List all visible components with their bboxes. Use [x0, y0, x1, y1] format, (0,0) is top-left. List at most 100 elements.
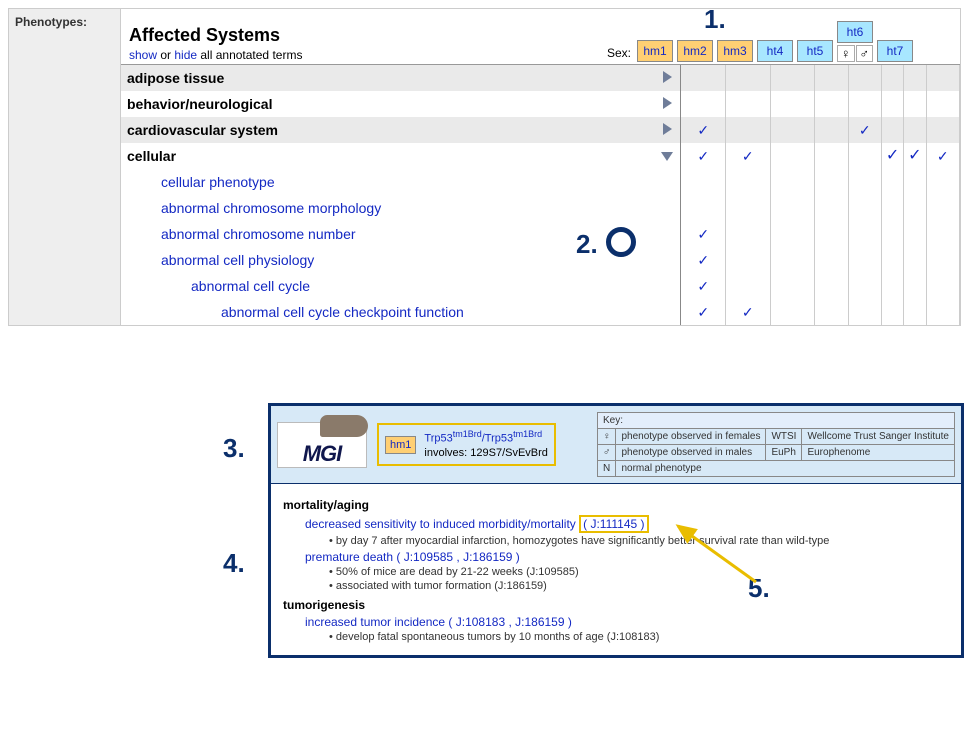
reference-link[interactable]: ( J:108183 , J:186159 ) [448, 615, 571, 629]
key-cell: ♀ [597, 429, 616, 445]
toggle-cell[interactable] [654, 65, 681, 91]
check-cell [770, 221, 815, 247]
show-link[interactable]: show [129, 48, 157, 62]
check-cell-split [881, 91, 926, 117]
genotype-header-hm3[interactable]: hm3 [717, 40, 753, 62]
phenotype-section-title: tumorigenesis [283, 598, 949, 612]
reference-link[interactable]: ( J:111145 ) [579, 515, 648, 533]
check-cell [815, 273, 848, 299]
genotype-header-hm1[interactable]: hm1 [637, 40, 673, 62]
phenotype-note: • associated with tumor formation (J:186… [329, 580, 949, 592]
phenotype-term-link[interactable]: abnormal cell cycle [121, 273, 654, 299]
key-cell: Europhenome [802, 445, 955, 461]
check-cell [848, 247, 881, 273]
key-cell: WTSI [766, 429, 802, 445]
phenotype-term-link[interactable]: abnormal cell cycle checkpoint function [121, 299, 654, 325]
hide-link[interactable]: hide [174, 48, 197, 62]
check-cell [770, 117, 815, 143]
annotation-3: 3. [223, 433, 245, 464]
phenotypes-label: Phenotypes: [9, 9, 121, 325]
toggle-cell [654, 247, 681, 273]
phenotype-note: • by day 7 after myocardial infarction, … [329, 535, 949, 547]
phenotype-panel: Phenotypes: Affected Systems show or hid… [8, 8, 961, 326]
phenotype-term[interactable]: premature death ( J:109585 , J:186159 ) [305, 550, 949, 564]
phenotype-term-link[interactable]: cellular phenotype [121, 169, 654, 195]
phenotype-term[interactable]: increased tumor incidence ( J:108183 , J… [305, 615, 949, 629]
female-icon: ♀ [837, 45, 855, 62]
genotype-header-ht7[interactable]: ht7 [877, 40, 913, 62]
genetic-background: involves: 129S7/SvEvBrd [424, 446, 548, 460]
table-row: abnormal chromosome number ✓ [121, 221, 960, 247]
check-cell [815, 65, 848, 91]
show-hide-line: show or hide all annotated terms [129, 48, 607, 62]
check-cell [815, 91, 848, 117]
genotype-header-hm2[interactable]: hm2 [677, 40, 713, 62]
toggle-cell[interactable] [654, 91, 681, 117]
check-cell [725, 195, 770, 221]
check-cell [848, 65, 881, 91]
genotype-chip[interactable]: hm1 [385, 436, 416, 454]
check-cell [770, 273, 815, 299]
phenotype-term-link[interactable]: abnormal cell physiology [121, 247, 654, 273]
check-cell [725, 65, 770, 91]
check-cell: ✓ [926, 143, 959, 169]
check-cell: ✓ [681, 143, 726, 169]
check-cell [815, 169, 848, 195]
check-cell [848, 169, 881, 195]
check-cell [926, 117, 959, 143]
genotype-header-ht4[interactable]: ht4 [757, 40, 793, 62]
check-cell: ✓ [681, 247, 726, 273]
check-cell [815, 195, 848, 221]
genotype-header-ht5[interactable]: ht5 [797, 40, 833, 62]
table-row: abnormal chromosome morphology [121, 195, 960, 221]
check-cell [926, 169, 959, 195]
check-cell [815, 247, 848, 273]
toggle-cell[interactable] [654, 117, 681, 143]
check-cell [926, 91, 959, 117]
check-cell [815, 117, 848, 143]
male-icon: ♂ [856, 45, 874, 62]
check-cell: ✓ [725, 299, 770, 325]
allele-pair[interactable]: Trp53tm1Brd/Trp53tm1Brd [424, 429, 548, 446]
check-cell [770, 143, 815, 169]
check-cell: ✓ [681, 299, 726, 325]
phenotype-term-link[interactable]: abnormal chromosome number [121, 221, 654, 247]
expand-icon[interactable] [663, 97, 672, 109]
genotype-header-ht6[interactable]: ht6 [837, 21, 873, 43]
phenotype-term-link[interactable]: abnormal chromosome morphology [121, 195, 654, 221]
check-cell [926, 195, 959, 221]
key-cell: N [597, 461, 616, 477]
phenotype-section-title: mortality/aging [283, 498, 949, 512]
expand-icon[interactable] [663, 71, 672, 83]
table-row: cellular phenotype [121, 169, 960, 195]
table-row: abnormal cell physiology ✓ [121, 247, 960, 273]
check-cell [926, 65, 959, 91]
genotype-headers: hm1hm2hm3ht4ht5ht6 ♀♂ht7 [637, 21, 913, 62]
key-cell: phenotype observed in males [616, 445, 766, 461]
phenotype-note: • 50% of mice are dead by 21-22 weeks (J… [329, 566, 949, 578]
check-cell [725, 117, 770, 143]
toggle-cell[interactable] [654, 143, 681, 169]
check-cell [770, 299, 815, 325]
check-cell [815, 299, 848, 325]
expand-icon[interactable] [663, 123, 672, 135]
collapse-icon[interactable] [661, 152, 673, 161]
annotation-4: 4. [223, 548, 245, 579]
system-name: behavior/neurological [121, 91, 654, 117]
key-cell: ♂ [597, 445, 616, 461]
table-row: cardiovascular system✓✓ [121, 117, 960, 143]
phenotype-term[interactable]: decreased sensitivity to induced morbidi… [305, 515, 949, 533]
check-cell: ✓ [681, 221, 726, 247]
check-cell-split [881, 195, 926, 221]
system-name: adipose tissue [121, 65, 654, 91]
check-cell [725, 169, 770, 195]
toggle-cell [654, 169, 681, 195]
toggle-cell [654, 221, 681, 247]
check-cell [681, 169, 726, 195]
check-cell-split [881, 169, 926, 195]
genotype-detail-popup: MGI hm1 Trp53tm1Brd/Trp53tm1Brd involves… [268, 403, 964, 658]
reference-link[interactable]: ( J:109585 , J:186159 ) [396, 550, 519, 564]
table-row: behavior/neurological [121, 91, 960, 117]
check-cell-split [881, 117, 926, 143]
key-cell: EuPh [766, 445, 802, 461]
